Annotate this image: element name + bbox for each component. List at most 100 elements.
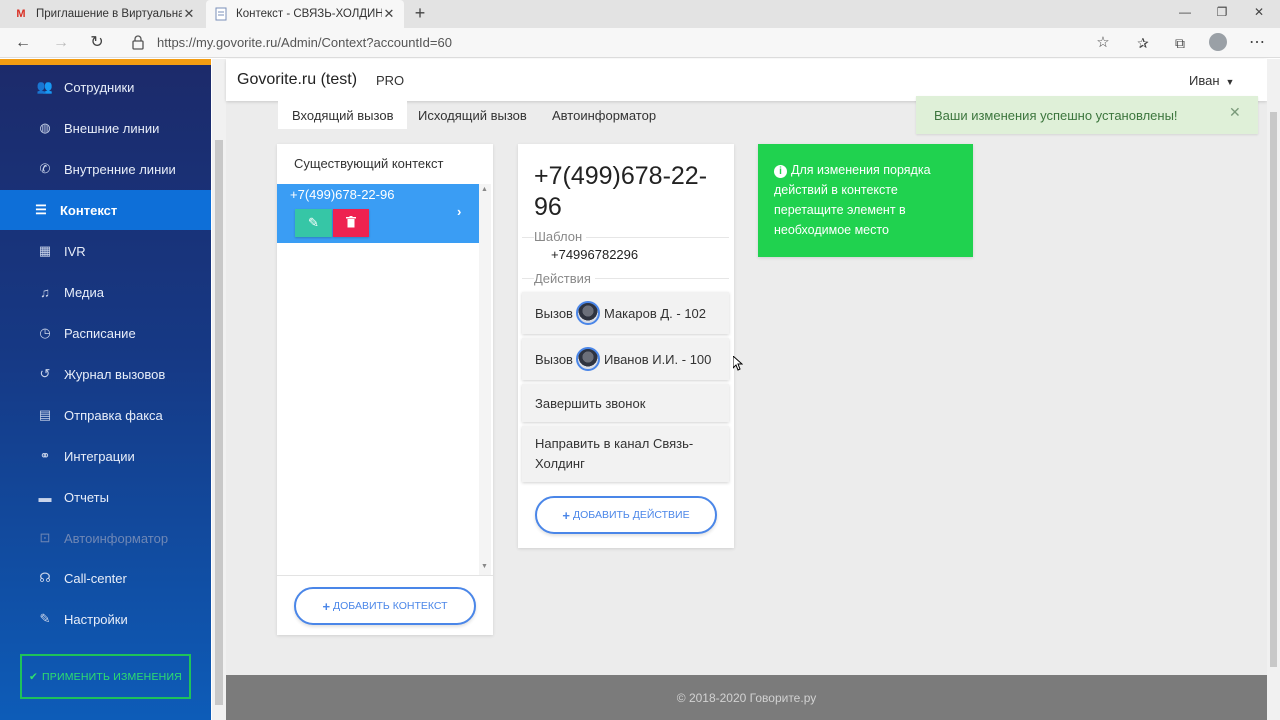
tab-incoming-call[interactable]: Входящий вызов	[278, 101, 408, 129]
scroll-up-icon[interactable]: ▲	[481, 186, 488, 193]
sidebar-item-label: IVR	[64, 243, 86, 259]
forward-icon[interactable]: →	[50, 32, 72, 54]
sidebar-accent-bar	[0, 59, 211, 65]
mouse-cursor-icon	[733, 356, 743, 371]
plus-icon: +	[562, 507, 570, 523]
action-verb: Завершить звонок	[535, 395, 646, 411]
tab-outgoing-call[interactable]: Исходящий вызов	[404, 101, 541, 129]
divider	[277, 575, 493, 576]
action-target: Макаров Д. - 102	[603, 305, 707, 321]
sidebar-item-media[interactable]: ♫ Медиа	[0, 272, 211, 312]
action-item[interactable]: Вызов Макаров Д. - 102	[522, 292, 729, 334]
action-item[interactable]: Направить в канал Связь-Холдинг	[522, 426, 729, 482]
sidebar-item-label: Автоинформатор	[64, 530, 169, 546]
minimize-button[interactable]: —	[1173, 2, 1197, 22]
sidebar-item-settings[interactable]: ✎ Настройки	[0, 599, 211, 639]
globe-icon: ◍	[39, 120, 51, 135]
favorite-star-icon[interactable]: ☆	[1092, 32, 1114, 54]
reload-icon[interactable]: ↻	[86, 32, 108, 54]
more-menu-icon[interactable]: ⋯	[1246, 32, 1268, 54]
robot-icon: ⊡	[39, 530, 51, 545]
sidebar-item-external-lines[interactable]: ◍ Внешние линии	[0, 108, 211, 148]
chevron-right-icon[interactable]: ›	[457, 204, 461, 219]
sidebar-item-label: Медиа	[64, 284, 104, 300]
add-action-label: ДОБАВИТЬ ДЕЙСТВИЕ	[573, 509, 690, 521]
context-list-title: Существующий контекст	[294, 156, 444, 171]
avatar	[575, 301, 600, 325]
sidebar-item-context[interactable]: ☰ Контекст	[0, 190, 211, 230]
add-action-button[interactable]: + ДОБАВИТЬ ДЕЙСТВИЕ	[535, 496, 717, 534]
edit-context-button[interactable]: ✎	[295, 209, 332, 237]
actions-label: Действия	[534, 271, 595, 286]
history-icon: ↺	[39, 366, 51, 381]
sidebar-item-internal-lines[interactable]: ✆ Внутренние линии	[0, 149, 211, 189]
scroll-down-icon[interactable]: ▼	[481, 563, 488, 570]
user-name: Иван	[1189, 73, 1220, 88]
favorites-list-icon[interactable]: ✰	[1132, 32, 1154, 54]
plus-icon: +	[322, 598, 331, 614]
brand-title[interactable]: Govorite.ru (test)	[237, 71, 357, 89]
action-item[interactable]: Завершить звонок	[522, 384, 729, 422]
apply-changes-button[interactable]: ✔ ПРИМЕНИТЬ ИЗМЕНЕНИЯ	[20, 654, 191, 699]
sidebar-item-label: Отчеты	[64, 489, 109, 505]
music-icon: ♫	[40, 284, 50, 300]
fax-icon: ▤	[38, 407, 52, 422]
sidebar-item-integrations[interactable]: ⚭ Интеграции	[0, 436, 211, 476]
context-list-scrollbar[interactable]	[479, 184, 491, 575]
sidebar-item-label: Расписание	[64, 325, 136, 341]
sidebar-item-label: Контекст	[60, 202, 118, 218]
sidebar-item-label: Журнал вызовов	[64, 366, 166, 382]
sidebar-item-employees[interactable]: 👥 Сотрудники	[0, 67, 211, 107]
add-context-button[interactable]: + ДОБАВИТЬ КОНТЕКСТ	[294, 587, 476, 625]
tab-title: Приглашение в Виртуальная АТ	[36, 8, 182, 20]
back-icon[interactable]: ←	[12, 32, 34, 54]
browser-tab-context[interactable]: Контекст - СВЯЗЬ-ХОЛДИНГ ✕	[206, 0, 404, 28]
hint-text: Для изменения порядка действий в контекс…	[774, 163, 931, 237]
headset-icon: ☊	[39, 570, 51, 585]
close-tab-icon[interactable]: ✕	[382, 6, 396, 22]
trash-icon	[346, 215, 356, 231]
success-toast: Ваши изменения успешно установлены!	[916, 96, 1258, 134]
page-icon	[214, 7, 228, 21]
sidebar-item-label: Внутренние линии	[64, 161, 176, 177]
list-icon: ☰	[35, 202, 47, 217]
info-icon: i	[774, 165, 787, 178]
profile-avatar[interactable]	[1209, 33, 1227, 51]
action-verb: Вызов	[535, 305, 573, 321]
new-tab-button[interactable]: +	[410, 2, 430, 24]
users-icon: 👥	[36, 79, 54, 94]
maximize-button[interactable]: ❐	[1210, 2, 1234, 22]
delete-context-button[interactable]	[333, 209, 369, 237]
report-icon: ▬	[38, 489, 52, 505]
page-scrollbar-thumb[interactable]	[1270, 112, 1277, 667]
template-value: +74996782296	[551, 247, 639, 262]
tab-title: Контекст - СВЯЗЬ-ХОЛДИНГ	[236, 8, 382, 20]
clock-icon: ◷	[39, 325, 51, 340]
sidebar-item-call-log[interactable]: ↺ Журнал вызовов	[0, 354, 211, 394]
sidebar-scrollbar-thumb[interactable]	[215, 140, 223, 705]
apply-changes-label: ПРИМЕНИТЬ ИЗМЕНЕНИЯ	[42, 670, 182, 683]
sidebar-item-fax[interactable]: ▤ Отправка факса	[0, 395, 211, 435]
browser-tab-gmail[interactable]: M Приглашение в Виртуальная АТ ✕	[6, 0, 204, 28]
close-tab-icon[interactable]: ✕	[182, 6, 196, 22]
sidebar-item-autoinformer[interactable]: ⊡ Автоинформатор	[0, 518, 211, 558]
close-icon[interactable]: ✕	[1229, 104, 1241, 121]
plan-badge: PRO	[376, 73, 405, 88]
sidebar-item-ivr[interactable]: ▦ IVR	[0, 231, 211, 271]
url-input[interactable]: https://my.govorite.ru/Admin/Context?acc…	[157, 35, 452, 50]
sidebar-item-label: Настройки	[64, 611, 128, 627]
sidebar-item-call-center[interactable]: ☊ Call-center	[0, 558, 211, 598]
add-context-label: ДОБАВИТЬ КОНТЕКСТ	[333, 600, 448, 612]
phone-icon: ✆	[39, 161, 51, 176]
sidebar-item-reports[interactable]: ▬ Отчеты	[0, 477, 211, 517]
handshake-icon: ⚭	[39, 448, 51, 463]
action-item[interactable]: Вызов Иванов И.И. - 100	[522, 338, 729, 380]
user-menu[interactable]: Иван ▼	[1189, 73, 1234, 88]
tab-autoinformer[interactable]: Автоинформатор	[538, 101, 670, 129]
lock-icon	[132, 35, 144, 50]
sidebar-item-label: Интеграции	[64, 448, 135, 464]
sidebar-item-schedule[interactable]: ◷ Расписание	[0, 313, 211, 353]
close-window-button[interactable]: ✕	[1247, 2, 1271, 22]
toast-message: Ваши изменения успешно установлены!	[934, 107, 1178, 123]
collections-icon[interactable]: ⧉	[1169, 32, 1191, 54]
